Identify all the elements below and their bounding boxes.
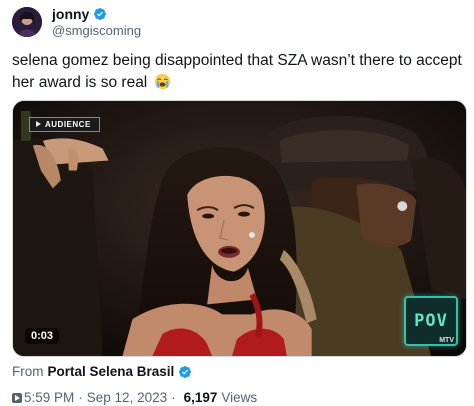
author-display-name[interactable]: jonny [52,6,89,22]
audience-badge: AUDIENCE [29,117,100,132]
author-names: jonny @smgiscoming [52,6,141,38]
video-player[interactable]: AUDIENCE 0:03 POV MTV [12,100,467,357]
views-count: 6,197 [183,390,218,405]
tweet-body: selena gomez being disappointed that SZA… [12,52,462,91]
video-frame [13,101,466,356]
source-prefix: From [12,364,44,379]
video-source: From Portal Selena Brasil [12,364,192,379]
tweet-header: jonny @smgiscoming [12,4,141,40]
network-bug: MTV [439,337,454,344]
play-icon [12,392,22,403]
tweet-time[interactable]: 5:59 PM [24,390,74,405]
meta-separator: · [78,390,83,405]
tweet-text: selena gomez being disappointed that SZA… [12,50,464,94]
tweet-date[interactable]: Sep 12, 2023 [87,390,167,405]
source-account-link[interactable]: Portal Selena Brasil [48,364,175,379]
meta-separator: · [171,390,176,405]
tweet-meta: 5:59 PM · Sep 12, 2023 · 6,197 Views [12,390,257,405]
verified-badge-icon [178,365,192,379]
author-handle[interactable]: @smgiscoming [52,23,141,38]
tweet-card: jonny @smgiscoming selena gomez being di… [0,0,474,406]
verified-badge-icon [93,7,107,21]
loudly-crying-face-icon [154,73,171,90]
video-duration: 0:03 [25,328,60,344]
views-label: Views [221,390,258,405]
avatar[interactable] [12,7,42,37]
